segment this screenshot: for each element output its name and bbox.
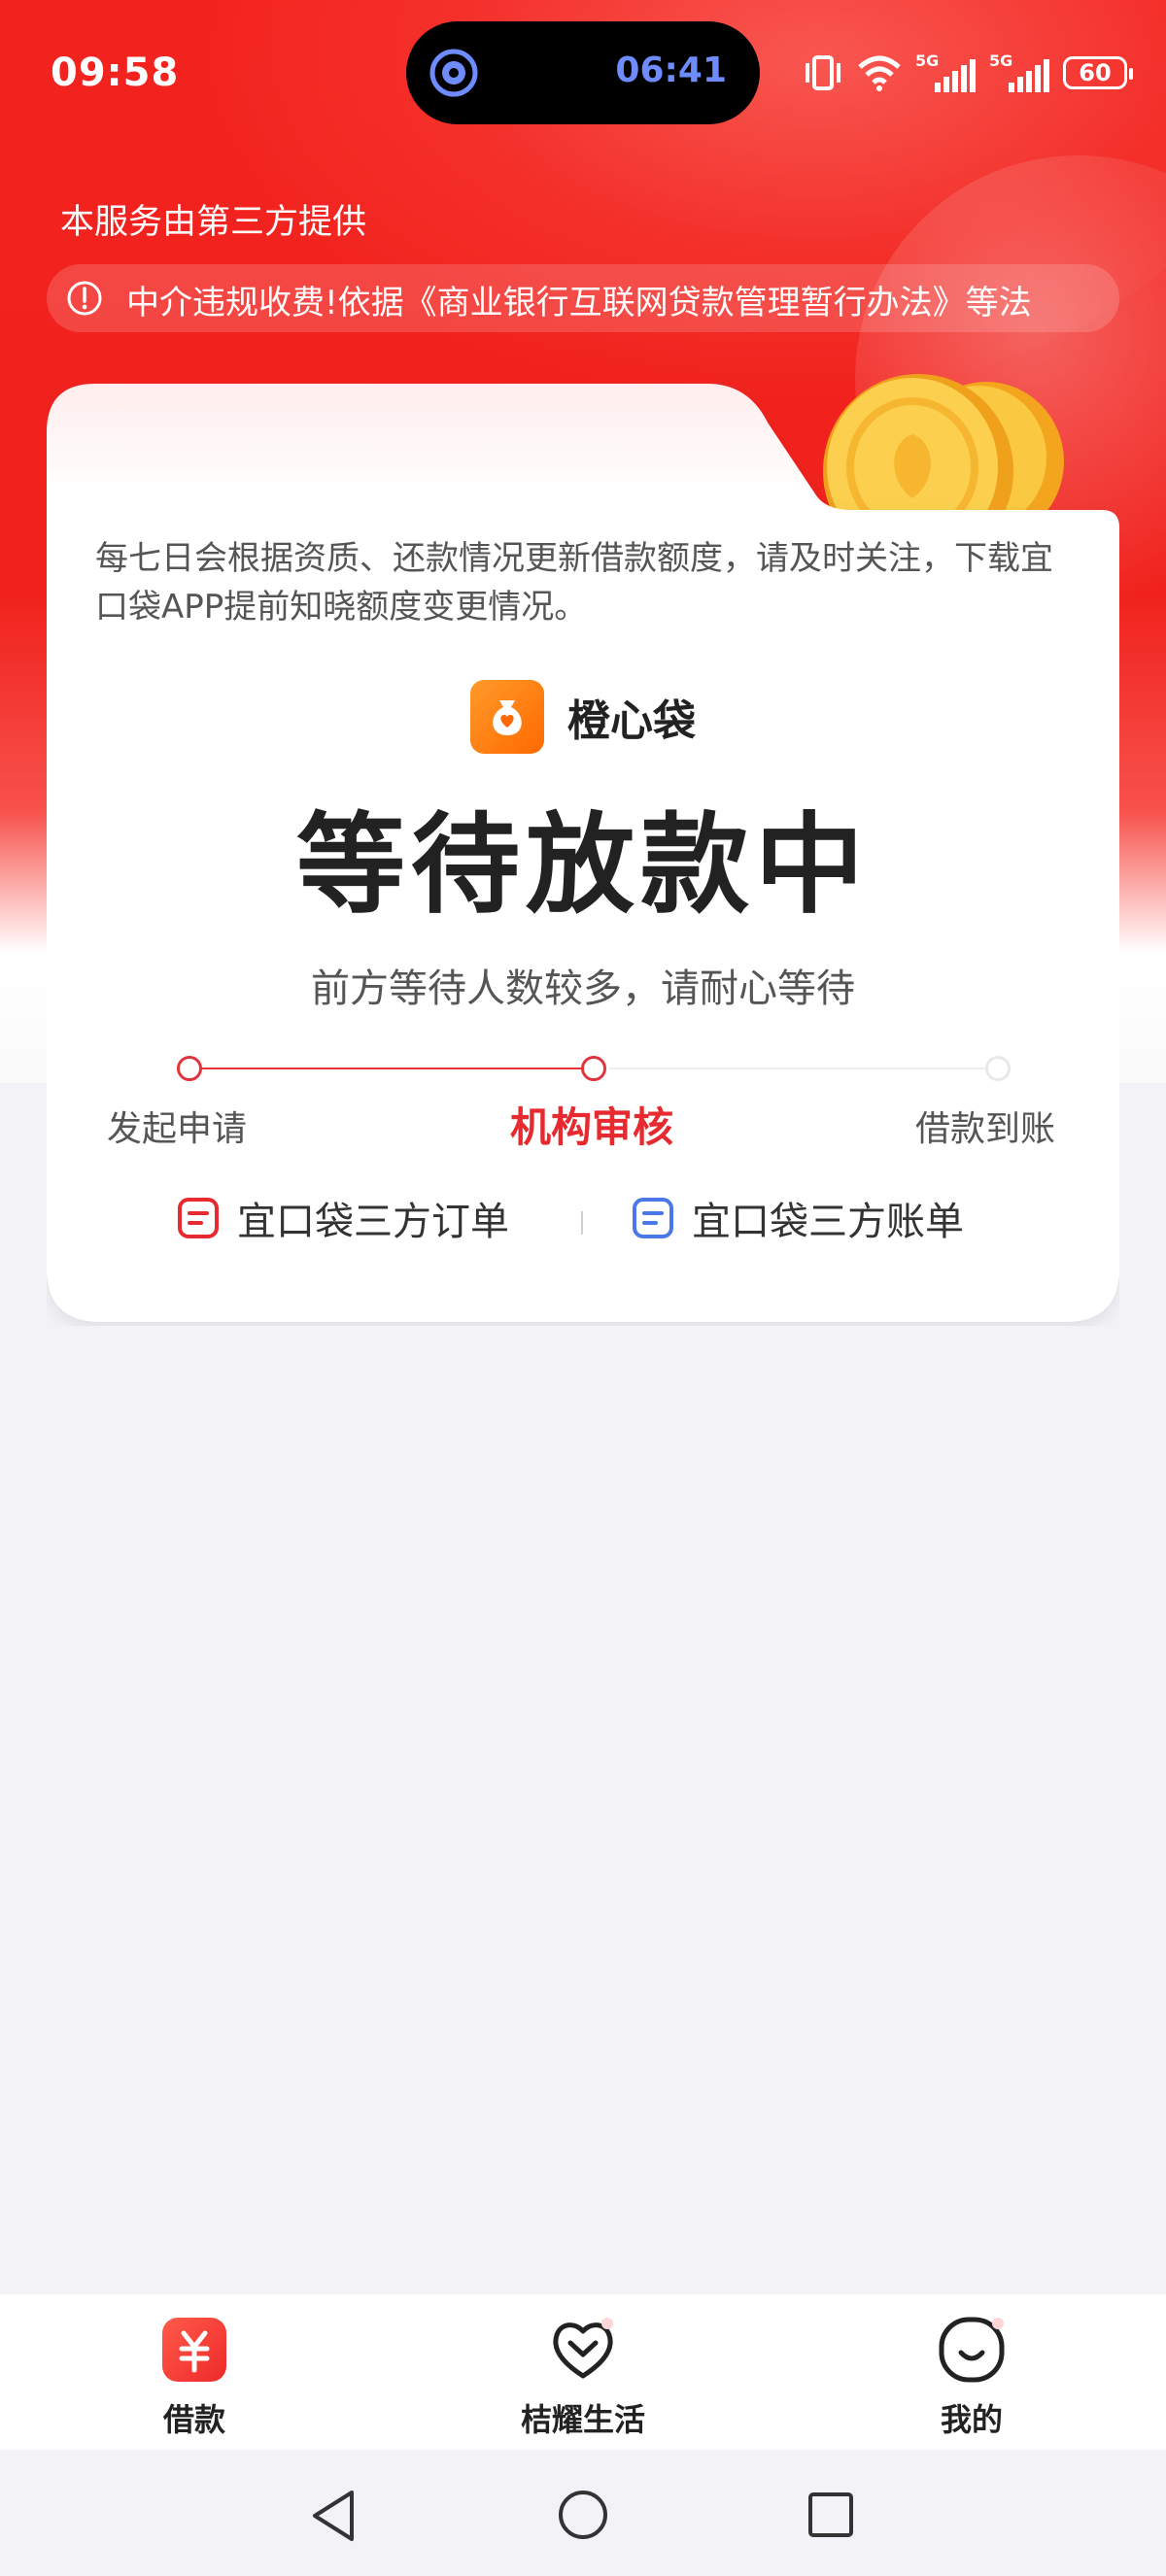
back-icon[interactable] [309, 2489, 358, 2543]
step-label-apply: 发起申请 [107, 1109, 248, 1149]
step-dot-apply [177, 1056, 202, 1081]
provider-label: 本服务由第三方提供 [60, 203, 367, 242]
warning-icon [67, 281, 102, 316]
yuan-icon [160, 2316, 228, 2384]
order-link-label: 宜口袋三方订单 [237, 1200, 509, 1244]
notice-banner[interactable]: 中介违规收费!依据《商业银行互联网贷款管理暂行办法》等法 [47, 264, 1119, 332]
notice-text: 中介违规收费!依据《商业银行互联网贷款管理暂行办法》等法 [126, 284, 1032, 322]
lender-brand: 橙心袋 [47, 680, 1119, 754]
lender-name: 橙心袋 [567, 696, 696, 746]
progress-steps: 发起申请 机构审核 借款到账 [47, 1054, 1119, 1151]
step-dot-review [581, 1056, 606, 1081]
tab-life[interactable]: 桔耀生活 [486, 2316, 680, 2440]
bill-icon [633, 1198, 673, 1238]
vibrate-icon [806, 55, 840, 90]
third-party-order-link[interactable]: 宜口袋三方订单 [177, 1190, 509, 1246]
wifi-icon [858, 55, 901, 91]
bill-link-label: 宜口袋三方账单 [692, 1200, 964, 1244]
status-headline: 等待放款中 [296, 802, 870, 929]
status-icons: 5G 5G 60 [803, 49, 1133, 97]
link-separator [581, 1211, 583, 1235]
signal-icon: 5G [989, 53, 1049, 92]
step-label-review: 机构审核 [510, 1103, 674, 1151]
tab-label-loan: 借款 [162, 2401, 225, 2438]
order-links: 宜口袋三方订单 宜口袋三方账单 [47, 1190, 1119, 1258]
progress-line-pending [608, 1068, 997, 1069]
money-bag-icon [470, 680, 544, 754]
dynamic-island[interactable]: 06:41 [406, 21, 760, 124]
recents-icon[interactable] [806, 2491, 855, 2539]
smile-face-icon [938, 2316, 1006, 2384]
step-label-disburse: 借款到账 [915, 1109, 1056, 1149]
system-navigation-bar [0, 2450, 1166, 2576]
heart-smile-icon [549, 2316, 617, 2384]
limit-update-description: 每七日会根据资质、还款情况更新借款额度，请及时关注，下载宜口袋APP提前知晓额度… [95, 539, 1053, 627]
loan-status-card: 每七日会根据资质、还款情况更新借款额度，请及时关注，下载宜口袋APP提前知晓额度… [47, 384, 1119, 1326]
island-time: 06:41 [615, 51, 727, 90]
progress-line-done [192, 1068, 595, 1069]
home-icon[interactable] [557, 2489, 609, 2541]
step-dot-disburse [985, 1056, 1011, 1081]
status-time: 09:58 [51, 51, 180, 95]
battery-icon: 60 [1063, 56, 1133, 89]
third-party-bill-link[interactable]: 宜口袋三方账单 [632, 1190, 964, 1246]
signal-icon: 5G [915, 53, 976, 92]
order-icon [178, 1198, 219, 1238]
status-subline: 前方等待人数较多，请耐心等待 [311, 966, 855, 1011]
tab-mine[interactable]: 我的 [874, 2316, 1069, 2440]
timer-icon [429, 49, 478, 97]
status-bar: 09:58 06:41 5G 5G 60 [0, 0, 1166, 146]
tab-label-mine: 我的 [940, 2401, 1003, 2438]
tab-label-life: 桔耀生活 [520, 2401, 645, 2438]
bottom-tab-bar: 借款 桔耀生活 我的 [0, 2294, 1166, 2450]
tab-loan[interactable]: 借款 [97, 2316, 292, 2440]
